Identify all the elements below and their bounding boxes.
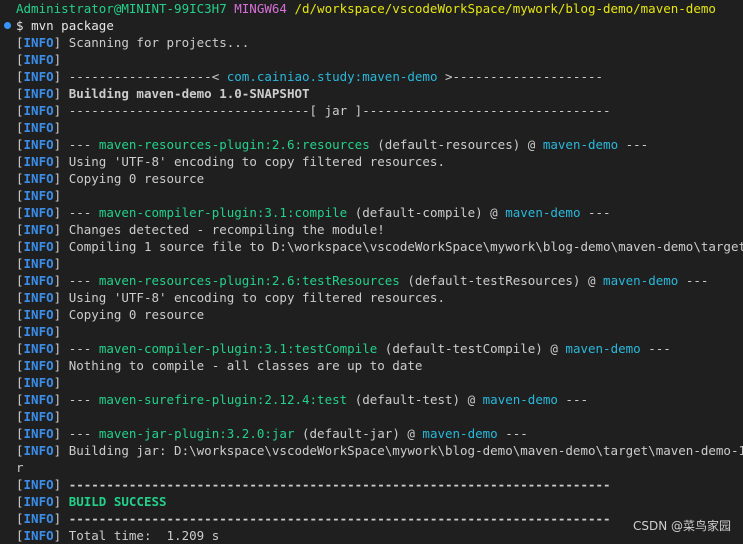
log-line: [INFO] --- maven-resources-plugin:2.6:te… <box>16 273 709 288</box>
log-line: [INFO] ---------------------------------… <box>16 511 611 526</box>
log-line: [INFO] Changes detected - recompiling th… <box>16 222 385 237</box>
command-text: mvn package <box>31 18 114 33</box>
log-line: [INFO] Using 'UTF-8' encoding to copy fi… <box>16 290 445 305</box>
log-line: [INFO] --- maven-compiler-plugin:3.1:tes… <box>16 341 671 356</box>
log-line: [INFO] Copying 0 resource <box>16 171 205 186</box>
prompt-symbol: $ <box>16 18 24 33</box>
log-line: [INFO] Using 'UTF-8' encoding to copy fi… <box>16 154 445 169</box>
prompt-shell: MINGW64 <box>234 1 287 16</box>
log-line: [INFO] --- maven-resources-plugin:2.6:re… <box>16 137 649 152</box>
log-line: [INFO] -------------------< com.cainiao.… <box>16 69 604 84</box>
log-line: [INFO] Building jar: D:\workspace\vscode… <box>16 443 743 458</box>
log-line: [INFO] Compiling 1 source file to D:\wor… <box>16 239 743 254</box>
log-line-wrap: r <box>16 460 24 475</box>
log-line: [INFO] <box>16 324 62 339</box>
command-status-dot-icon <box>4 22 11 29</box>
log-line: [INFO] <box>16 256 62 271</box>
watermark: CSDN @菜鸟家园 <box>632 519 731 533</box>
log-line: [INFO] Nothing to compile - all classes … <box>16 358 423 373</box>
log-line: [INFO] --- maven-jar-plugin:3.2.0:jar (d… <box>16 426 528 441</box>
log-line: [INFO] --- maven-surefire-plugin:2.12.4:… <box>16 392 589 407</box>
log-line: [INFO] --------------------------------[… <box>16 103 611 118</box>
build-success-status: BUILD SUCCESS <box>68 494 167 509</box>
log-line: [INFO] <box>16 188 62 203</box>
log-line: [INFO] <box>16 52 62 67</box>
log-line: [INFO] <box>16 120 62 135</box>
log-line: [INFO] Building maven-demo 1.0-SNAPSHOT <box>16 86 310 101</box>
log-line: [INFO] <box>16 375 62 390</box>
terminal-window[interactable]: Administrator@MININT-99IC3H7 MINGW64 /d/… <box>0 0 743 543</box>
log-line: [INFO] Total time: 1.209 s <box>16 528 220 543</box>
log-line: [INFO] BUILD SUCCESS <box>16 494 167 509</box>
log-line: [INFO] ---------------------------------… <box>16 477 611 492</box>
log-line: [INFO] Copying 0 resource <box>16 307 205 322</box>
command-line: $ mvn package <box>0 17 743 34</box>
prompt-user-host: Administrator@MININT-99IC3H7 <box>16 1 227 16</box>
log-line: [INFO] <box>16 409 62 424</box>
prompt-path: /d/workspace/vscodeWorkSpace/mywork/blog… <box>294 1 716 16</box>
log-line: [INFO] Scanning for projects... <box>16 35 250 50</box>
prompt-header: Administrator@MININT-99IC3H7 MINGW64 /d/… <box>0 0 743 17</box>
log-line: [INFO] --- maven-compiler-plugin:3.1:com… <box>16 205 611 220</box>
